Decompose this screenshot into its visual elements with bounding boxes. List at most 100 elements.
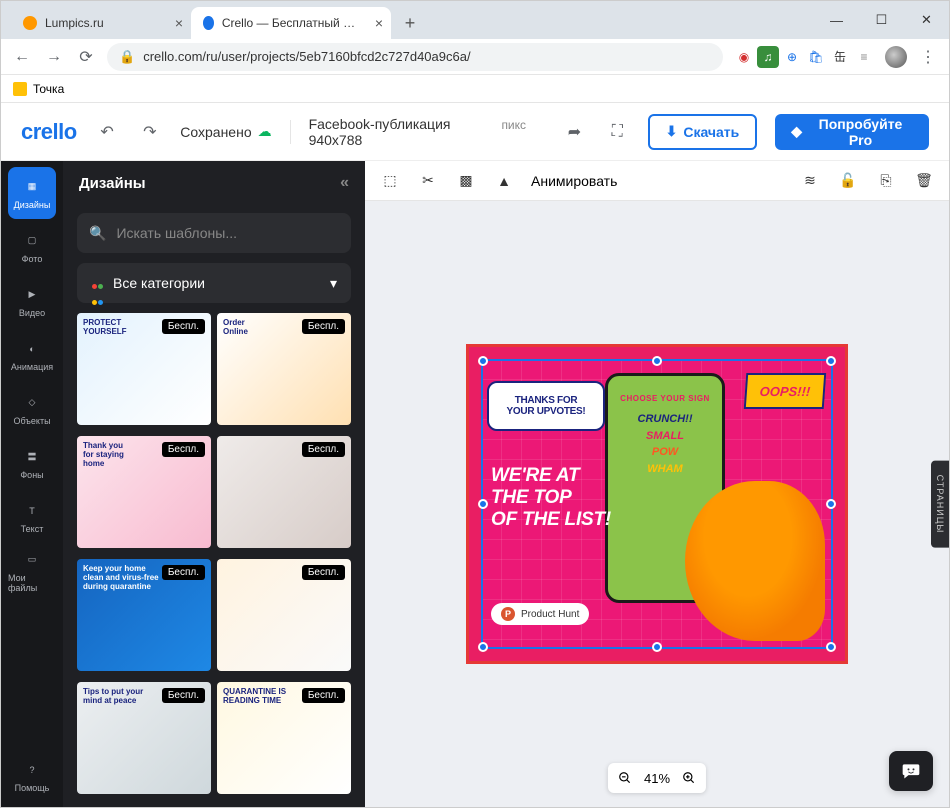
zoom-out-button[interactable] <box>618 771 632 785</box>
pages-tab[interactable]: СТРАНИЦЫ <box>931 461 949 548</box>
logo[interactable]: crello <box>21 119 77 145</box>
rail-item-animation[interactable]: ◐Анимация <box>8 329 56 381</box>
resize-button[interactable]: ⛶ <box>605 119 630 145</box>
template-item[interactable]: Беспл. Order Online <box>217 313 351 425</box>
address-bar: ← → ⟳ 🔒 crello.com/ru/user/projects/5eb7… <box>1 39 949 75</box>
rail-item-photo[interactable]: ▢Фото <box>8 221 56 273</box>
bookmark-folder-icon <box>13 82 27 96</box>
ph-icon: P <box>501 607 515 621</box>
document-name[interactable]: Facebook-публикация 940x788 пикс <box>309 116 526 148</box>
canvas-viewport[interactable]: THANKS FOR YOUR UPVOTES! OOPS!!! CHOOSE … <box>365 201 949 807</box>
dimensions-label: пикс <box>501 118 526 132</box>
template-label: PROTECT YOURSELF <box>83 319 127 337</box>
new-tab-button[interactable]: + <box>397 10 423 36</box>
category-dropdown[interactable]: Все категории ▾ <box>77 263 351 303</box>
oops-bubble[interactable]: OOPS!!! <box>744 373 827 409</box>
tab-title: Lumpics.ru <box>45 16 104 30</box>
free-badge: Беспл. <box>302 319 345 334</box>
template-item[interactable]: Беспл. PROTECT YOURSELF <box>77 313 211 425</box>
rail-item-backgrounds[interactable]: 〓Фоны <box>8 437 56 489</box>
search-input[interactable]: 🔍 Искать шаблоны... <box>77 213 351 253</box>
window-controls: — ☐ ✕ <box>814 1 949 39</box>
extensions: ◉ ♫ ⊕ 🛍 缶 ≡ <box>733 46 875 68</box>
extension-icon[interactable]: 🛍 <box>805 46 827 68</box>
rail-item-video[interactable]: ▶Видео <box>8 275 56 327</box>
panel-title: Дизайны <box>79 175 146 192</box>
download-icon: ⬇ <box>666 123 678 140</box>
download-button[interactable]: ⬇ Скачать <box>648 114 758 150</box>
animation-icon: ◐ <box>22 339 42 359</box>
browser-tab-active[interactable]: Crello — Бесплатный инструмен × <box>191 7 391 39</box>
photo-icon: ▢ <box>22 231 42 251</box>
transparency-button[interactable]: ▩ <box>455 170 477 192</box>
share-button[interactable]: ➦ <box>562 119 587 145</box>
rail-item-designs[interactable]: ▦Дизайны <box>8 167 56 219</box>
undo-button[interactable]: ↶ <box>95 119 120 145</box>
close-button[interactable]: ✕ <box>904 1 949 39</box>
minimize-button[interactable]: — <box>814 1 859 39</box>
forward-button[interactable]: → <box>43 46 65 68</box>
zoom-level[interactable]: 41% <box>644 771 670 786</box>
cloud-check-icon: ☁ <box>258 123 272 140</box>
template-item[interactable]: Беспл. <box>217 559 351 671</box>
objects-icon: ◇ <box>22 393 42 413</box>
chat-button[interactable] <box>889 751 933 791</box>
copy-button[interactable]: ⎘ <box>875 170 897 192</box>
flip-button[interactable]: ▲ <box>493 170 515 192</box>
maximize-button[interactable]: ☐ <box>859 1 904 39</box>
extension-icon[interactable]: ≡ <box>853 46 875 68</box>
layers-button[interactable]: ≋ <box>799 170 821 192</box>
reload-button[interactable]: ⟳ <box>75 46 97 68</box>
titlebar: Lumpics.ru × Crello — Бесплатный инструм… <box>1 1 949 39</box>
back-button[interactable]: ← <box>11 46 33 68</box>
headline-text[interactable]: WE'RE AT THE TOP OF THE LIST! <box>491 465 611 531</box>
extension-icon[interactable]: ♫ <box>757 46 779 68</box>
crop-button[interactable]: ✂ <box>417 170 439 192</box>
rail-item-objects[interactable]: ◇Объекты <box>8 383 56 435</box>
free-badge: Беспл. <box>162 319 205 334</box>
aspect-button[interactable]: ⬚ <box>379 170 401 192</box>
bookmark-item[interactable]: Точка <box>33 82 64 96</box>
rail-item-text[interactable]: TТекст <box>8 491 56 543</box>
extension-icon[interactable]: ◉ <box>733 46 755 68</box>
animate-button[interactable]: Анимировать <box>531 173 617 189</box>
template-label: Order Online <box>223 319 248 337</box>
template-item[interactable]: Беспл.Thank you for staying home <box>77 436 211 548</box>
delete-button[interactable]: 🗑 <box>913 170 935 192</box>
panel-header: Дизайны « <box>63 161 365 205</box>
grid-dots-icon <box>91 276 105 290</box>
browser-tab[interactable]: Lumpics.ru × <box>11 7 191 39</box>
profile-avatar[interactable] <box>885 46 907 68</box>
zoom-in-button[interactable] <box>682 771 696 785</box>
speech-bubble[interactable]: THANKS FOR YOUR UPVOTES! <box>487 381 605 431</box>
template-item[interactable]: Беспл.QUARANTINE IS READING TIME <box>217 682 351 794</box>
extension-icon[interactable]: 缶 <box>829 46 851 68</box>
lock-button[interactable]: 🔓 <box>837 170 859 192</box>
template-item[interactable]: Беспл.Tips to put your mind at peace <box>77 682 211 794</box>
menu-button[interactable]: ⋮ <box>917 46 939 68</box>
rail-item-help[interactable]: ?Помощь <box>8 755 56 807</box>
lock-icon: 🔒 <box>119 49 135 65</box>
url-input[interactable]: 🔒 crello.com/ru/user/projects/5eb7160bfc… <box>107 43 723 71</box>
template-label: Keep your home clean and virus-free duri… <box>83 565 159 591</box>
redo-button[interactable]: ↷ <box>137 119 162 145</box>
free-badge: Беспл. <box>162 565 205 580</box>
rail-item-myfiles[interactable]: ▭Мои файлы <box>8 545 56 597</box>
favicon-icon <box>23 16 37 30</box>
free-badge: Беспл. <box>302 565 345 580</box>
collapse-button[interactable]: « <box>340 174 349 192</box>
tab-title: Crello — Бесплатный инструмен <box>222 16 361 30</box>
template-label: Tips to put your mind at peace <box>83 688 143 706</box>
close-icon[interactable]: × <box>175 15 183 31</box>
product-hunt-badge[interactable]: P Product Hunt <box>491 603 589 625</box>
template-item[interactable]: Беспл.Keep your home clean and virus-fre… <box>77 559 211 671</box>
close-icon[interactable]: × <box>375 15 383 31</box>
artboard[interactable]: THANKS FOR YOUR UPVOTES! OOPS!!! CHOOSE … <box>467 345 847 663</box>
template-item[interactable]: Беспл. <box>217 436 351 548</box>
chevron-down-icon: ▾ <box>330 275 337 292</box>
extension-icon[interactable]: ⊕ <box>781 46 803 68</box>
try-pro-button[interactable]: ◆ Попробуйте Pro <box>775 114 929 150</box>
cat-graphic[interactable] <box>685 481 825 641</box>
designs-panel: Дизайны « 🔍 Искать шаблоны... Все катего… <box>63 161 365 807</box>
video-icon: ▶ <box>22 285 42 305</box>
